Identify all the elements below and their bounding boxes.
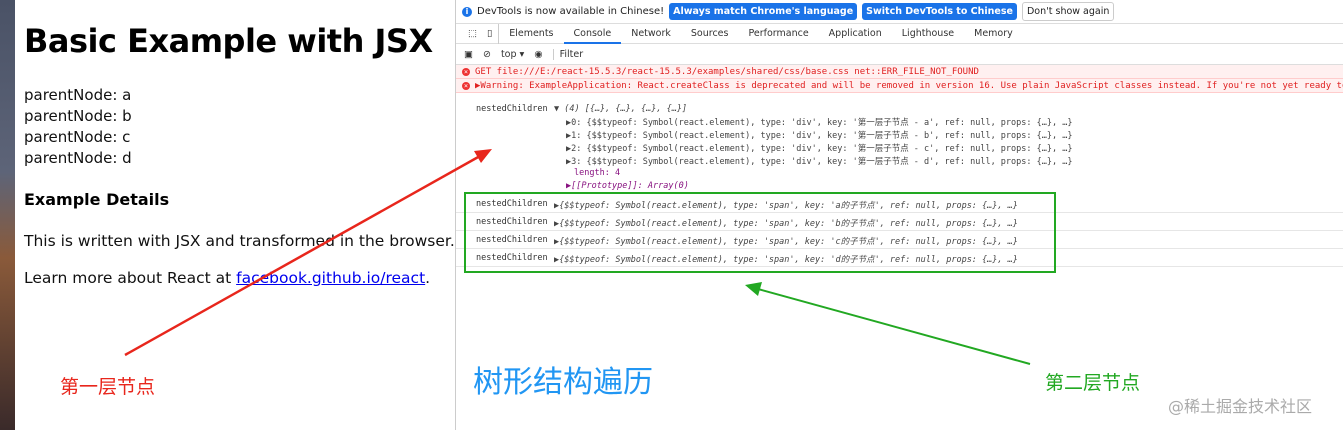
red-arrow-line (124, 154, 481, 357)
second-level-label: 第二层节点 (1045, 372, 1141, 394)
green-arrow-line (757, 288, 1031, 365)
first-level-label: 第一层节点 (60, 376, 156, 398)
annotation-arrows (124, 149, 1031, 365)
watermark: @稀土掘金技术社区 (1168, 397, 1313, 416)
red-arrowhead (474, 149, 492, 163)
tree-traversal-title: 树形结构遍历 (473, 365, 653, 400)
green-arrowhead (745, 282, 762, 296)
